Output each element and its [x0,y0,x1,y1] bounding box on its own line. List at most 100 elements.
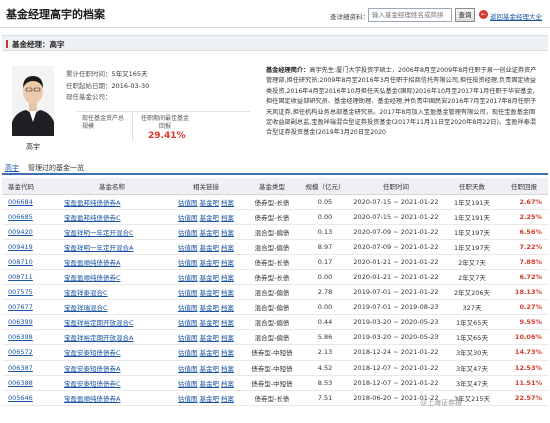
fund-name-link[interactable]: 宝盈盈顺纯债债券A [54,254,170,270]
back-to-managers-link[interactable]: 返回基金经理大全 [490,11,542,21]
manager-photo [12,66,54,136]
fund-profile-link[interactable]: 档案 [221,304,234,312]
fund-profile-link[interactable]: 档案 [221,334,234,342]
fund-forum-link[interactable]: 基金吧 [200,259,220,267]
fund-table-body: 006684 宝盈盈邦纯债债券A 估值图 基金吧 档案 债券型-长债 0.05 2020-07… [2,194,548,406]
best-return-value: 29.41% [148,131,186,141]
valuation-chart-link[interactable]: 估值图 [178,214,198,222]
fund-name-link[interactable]: 宝盈安泰短债债券C [54,344,170,361]
table-row: 006684 宝盈盈邦纯债债券A 估值图 基金吧 档案 债券型-长债 0.05 2020-07… [2,194,548,210]
fund-name-link[interactable]: 宝盈盈邦纯债债券A [54,194,170,210]
valuation-chart-link[interactable]: 估值图 [178,380,198,388]
fund-forum-link[interactable]: 基金吧 [200,365,220,373]
fund-code-link[interactable]: 006388 [2,375,54,391]
valuation-chart-link[interactable]: 估值图 [178,244,198,252]
fund-code-link[interactable]: 009420 [2,224,54,240]
fund-list-manager-link[interactable]: 高宇 [5,163,19,173]
fund-forum-link[interactable]: 基金吧 [200,229,220,237]
fund-scale: 5.86 [302,329,348,346]
fund-profile-link[interactable]: 档案 [221,214,234,222]
fund-profile-link[interactable]: 档案 [221,380,234,388]
fund-code-link[interactable]: 009419 [2,239,54,255]
fund-name-link[interactable]: 宝盈安泰短债债券A [54,360,170,376]
fund-forum-link[interactable]: 基金吧 [200,380,220,388]
related-links: 估值图 基金吧 档案 [170,209,242,225]
fund-forum-link[interactable]: 基金吧 [200,319,220,327]
fund-forum-link[interactable]: 基金吧 [200,334,220,342]
fund-profile-link[interactable]: 档案 [221,244,234,252]
col-header-days: 任职天数 [444,178,500,195]
fund-name-link[interactable]: 宝盈祥明一年定开混合C [54,224,170,240]
fund-code-link[interactable]: 006387 [2,360,54,376]
fund-profile-link[interactable]: 档案 [221,259,234,267]
table-row: 008710 宝盈盈顺纯债债券A 估值图 基金吧 档案 债券型-长债 0.17 2020-01… [2,254,548,270]
fund-name-link[interactable]: 宝盈祥泰混合C [54,284,170,301]
info-start-date: 任职起始日期：2016-03-30 [66,81,150,90]
fund-scale: 0.05 [302,194,348,210]
manager-info: 累计任职时间：5年又165天 任职起始日期：2016-03-30 现任基金公司： [66,69,149,104]
valuation-chart-link[interactable]: 估值图 [178,395,198,403]
fund-forum-link[interactable]: 基金吧 [200,289,220,297]
fund-code-link[interactable]: 006399 [2,314,54,331]
related-links: 估值图 基金吧 档案 [170,239,242,255]
valuation-chart-link[interactable]: 估值图 [178,274,198,282]
fund-scale: 0.44 [302,314,348,331]
fund-forum-link[interactable]: 基金吧 [200,274,220,282]
col-header-period: 任职时间 [348,178,444,195]
valuation-chart-link[interactable]: 估值图 [178,229,198,237]
fund-code-link[interactable]: 007677 [2,299,54,316]
fund-scale: 0.00 [302,299,348,316]
fund-name-link[interactable]: 宝盈安泰短债债券C [54,375,170,391]
valuation-chart-link[interactable]: 估值图 [178,365,198,373]
fund-profile-link[interactable]: 档案 [221,365,234,373]
tenure-return: 11.51% [500,375,548,391]
fund-name-link[interactable]: 宝盈盈顺纯债债券C [54,269,170,286]
fund-code-link[interactable]: 006572 [2,344,54,361]
valuation-chart-link[interactable]: 估值图 [178,334,198,342]
fund-forum-link[interactable]: 基金吧 [200,199,220,207]
tenure-return: 7.22% [500,239,548,255]
fund-name-link[interactable]: 宝盈祥瑞混合C [54,299,170,316]
fund-name-link[interactable]: 宝盈祥裕定期开放混合C [54,314,170,331]
manager-search-input[interactable] [368,8,452,22]
fund-name-link[interactable]: 宝盈盈邦纯债债券C [54,209,170,225]
valuation-chart-link[interactable]: 估值图 [178,349,198,357]
valuation-chart-link[interactable]: 估值图 [178,304,198,312]
tenure-days: 1年又65天 [444,329,500,346]
fund-forum-link[interactable]: 基金吧 [200,349,220,357]
fund-code-link[interactable]: 007575 [2,284,54,301]
fund-list-title: 管理过的基金一览 [28,164,84,172]
col-header-scale: 规模（亿元） [302,178,348,195]
valuation-chart-link[interactable]: 估值图 [178,319,198,327]
fund-profile-link[interactable]: 档案 [221,395,234,403]
fund-name-link[interactable]: 宝盈祥裕定期开放混合A [54,329,170,346]
fund-forum-link[interactable]: 基金吧 [200,214,220,222]
fund-name-link[interactable]: 宝盈祥明一年定开混合A [54,239,170,255]
tenure-days: 2年又206天 [444,284,500,301]
fund-code-link[interactable]: 005646 [2,390,54,406]
table-row: 006387 宝盈安泰短债债券A 估值图 基金吧 档案 债券型-中短债 4.52 2018-1… [2,360,548,376]
fund-code-link[interactable]: 008710 [2,254,54,270]
fund-code-link[interactable]: 006685 [2,209,54,225]
valuation-chart-link[interactable]: 估值图 [178,289,198,297]
fund-profile-link[interactable]: 档案 [221,199,234,207]
fund-forum-link[interactable]: 基金吧 [200,244,220,252]
fund-profile-link[interactable]: 档案 [221,229,234,237]
fund-profile-link[interactable]: 档案 [221,289,234,297]
tenure-return: 14.73% [500,344,548,361]
fund-code-link[interactable]: 006398 [2,329,54,346]
fund-profile-link[interactable]: 档案 [221,274,234,282]
back-arrow-icon[interactable]: ← [479,10,488,19]
tenure-period: 2019-07-01 ~ 2021-01-22 [348,284,444,301]
fund-code-link[interactable]: 006684 [2,194,54,210]
fund-profile-link[interactable]: 档案 [221,349,234,357]
query-button[interactable]: 查询 [455,8,475,22]
tenure-return: 18.13% [500,284,548,301]
valuation-chart-link[interactable]: 估值图 [178,259,198,267]
fund-name-link[interactable]: 宝盈盈顺纯债债券A [54,390,170,406]
fund-code-link[interactable]: 008711 [2,269,54,286]
valuation-chart-link[interactable]: 估值图 [178,199,198,207]
fund-forum-link[interactable]: 基金吧 [200,304,220,312]
fund-forum-link[interactable]: 基金吧 [200,395,220,403]
fund-profile-link[interactable]: 档案 [221,319,234,327]
